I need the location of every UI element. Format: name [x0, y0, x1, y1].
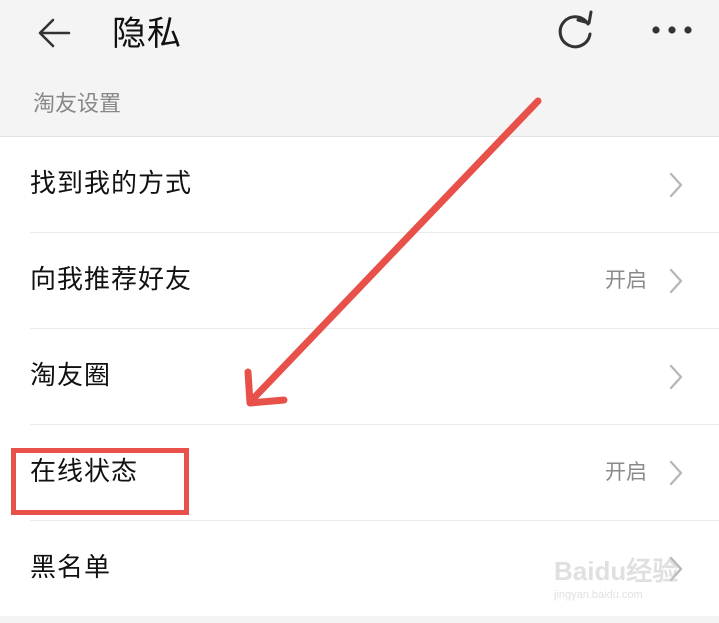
page-title: 隐私	[112, 14, 182, 54]
row-label: 黑名单	[30, 553, 112, 583]
app-header: 隐私	[0, 0, 719, 80]
row-label: 找到我的方式	[30, 169, 193, 199]
watermark-url: jingyan.baidu.com	[554, 589, 643, 601]
chevron-right-icon	[669, 460, 683, 486]
watermark-logo: Baidu经验	[554, 556, 679, 586]
row-recommend-friends[interactable]: 向我推荐好友 开启	[0, 233, 719, 329]
row-status-value: 开启	[605, 268, 647, 292]
chevron-right-icon	[669, 172, 683, 198]
more-horizontal-icon[interactable]	[648, 18, 696, 42]
section-title: 淘友设置	[33, 92, 122, 117]
watermark: Baidu经验 jingyan.baidu.com	[554, 554, 694, 610]
settings-list: 找到我的方式 向我推荐好友 开启 淘友圈 在线状态 开启 黑名单	[0, 136, 719, 616]
refresh-icon[interactable]	[552, 8, 598, 54]
row-find-me[interactable]: 找到我的方式	[0, 137, 719, 233]
annotation-highlight-box	[11, 448, 189, 515]
chevron-right-icon	[669, 364, 683, 390]
section-header: 淘友设置	[0, 80, 719, 136]
arrow-left-icon[interactable]	[36, 14, 74, 52]
row-friend-circle[interactable]: 淘友圈	[0, 329, 719, 425]
row-label: 向我推荐好友	[30, 265, 193, 295]
row-status-value: 开启	[605, 460, 647, 484]
bottom-strip	[0, 616, 719, 623]
chevron-right-icon	[669, 268, 683, 294]
row-label: 淘友圈	[30, 361, 112, 391]
